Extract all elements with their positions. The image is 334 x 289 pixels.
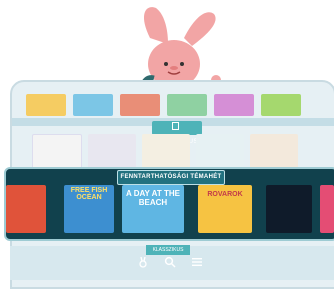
book-cover[interactable]: ROVAROK: [198, 185, 252, 233]
book-cover[interactable]: [120, 94, 160, 116]
book-cover[interactable]: A DAY AT THE BEACH: [122, 185, 184, 233]
book-cover[interactable]: [6, 185, 46, 233]
book-cover[interactable]: [26, 94, 66, 116]
rabbit-icon[interactable]: [137, 255, 149, 273]
book-cover[interactable]: FREE FISH OCÉAN: [64, 185, 114, 233]
book-cover[interactable]: [320, 185, 334, 233]
top-book-row: [26, 94, 334, 116]
shelf-label-top: KLASSZIKUS: [152, 121, 202, 145]
book-cover[interactable]: [261, 94, 301, 116]
bottom-navigation: [130, 255, 210, 273]
shelf-label-bottom: KLASSZIKUS: [146, 245, 190, 255]
book-cover[interactable]: [73, 94, 113, 116]
book-cover[interactable]: [214, 94, 254, 116]
featured-shelf-title: FENNTARTHATÓSÁGI TÉMAHÉT: [117, 170, 225, 185]
book-icon: [172, 122, 179, 130]
bunny-mascot: [139, 7, 221, 88]
book-cover[interactable]: [167, 94, 207, 116]
menu-icon[interactable]: [191, 255, 203, 273]
featured-books: FREE FISH OCÉAN A DAY AT THE BEACH ROVAR…: [0, 185, 334, 235]
search-icon[interactable]: [164, 255, 176, 273]
book-cover[interactable]: [266, 185, 312, 233]
